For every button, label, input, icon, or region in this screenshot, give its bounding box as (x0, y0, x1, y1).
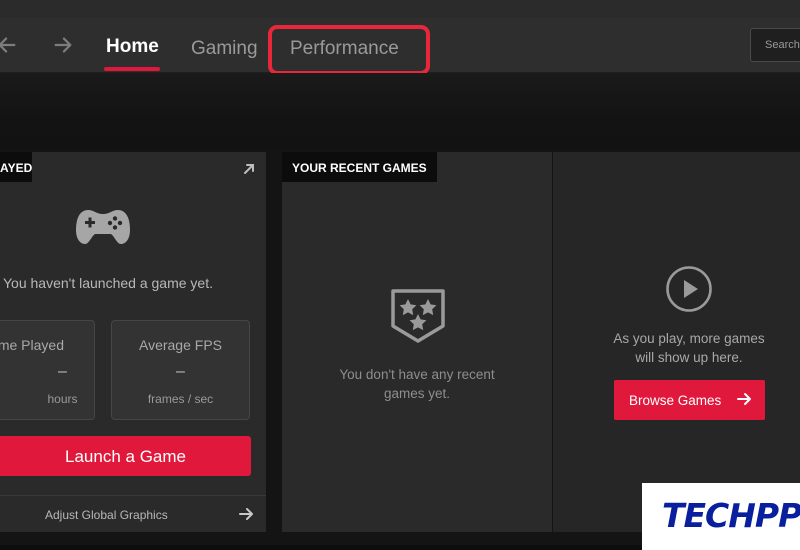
arrow-right-icon (238, 506, 254, 522)
back-arrow-icon[interactable] (0, 34, 18, 56)
stat-title: Average FPS (138, 337, 222, 353)
browse-hint-message: As you play, more games will show up her… (613, 331, 765, 365)
play-circle-icon (666, 266, 712, 312)
active-tab-indicator (104, 67, 160, 71)
star-badge-icon (391, 289, 445, 343)
arrow-right-icon (736, 391, 752, 407)
average-fps-card: Average FPS – frames / sec (111, 320, 250, 420)
expand-arrow-icon[interactable] (242, 162, 256, 176)
watermark-logo: TECHPP (662, 496, 800, 535)
stat-title: me Played (0, 337, 64, 353)
techpp-watermark: TECHPP (642, 483, 800, 550)
banner-area (0, 73, 800, 151)
no-recent-games-message: You don't have any recent games yet. (339, 367, 495, 401)
browse-games-label: Browse Games (629, 393, 722, 408)
launch-game-button[interactable]: Launch a Game (0, 436, 251, 476)
stat-unit: frames / sec (147, 392, 214, 406)
game-controller-icon (76, 210, 130, 244)
window-top-strip (0, 0, 800, 18)
adjust-global-graphics-label: Adjust Global Graphics (45, 508, 168, 522)
stat-unit: hours (47, 392, 78, 406)
search-input[interactable]: Search (750, 28, 800, 62)
performance-highlight-annotation (268, 25, 430, 75)
panel-tag-recent-games: YOUR RECENT GAMES (282, 152, 437, 182)
time-played-card: me Played – hours (0, 320, 95, 420)
stat-value: – (58, 363, 67, 380)
tab-gaming[interactable]: Gaming (191, 38, 258, 60)
forward-arrow-icon[interactable] (52, 34, 74, 56)
stat-value: – (176, 363, 185, 380)
no-games-launched-message: You haven't launched a game yet. (3, 275, 213, 291)
panel-tag-played: AYED (0, 152, 32, 182)
tab-home[interactable]: Home (106, 36, 159, 58)
adjust-global-graphics-link[interactable]: Adjust Global Graphics (0, 495, 266, 532)
browse-games-button[interactable]: Browse Games (614, 380, 765, 420)
